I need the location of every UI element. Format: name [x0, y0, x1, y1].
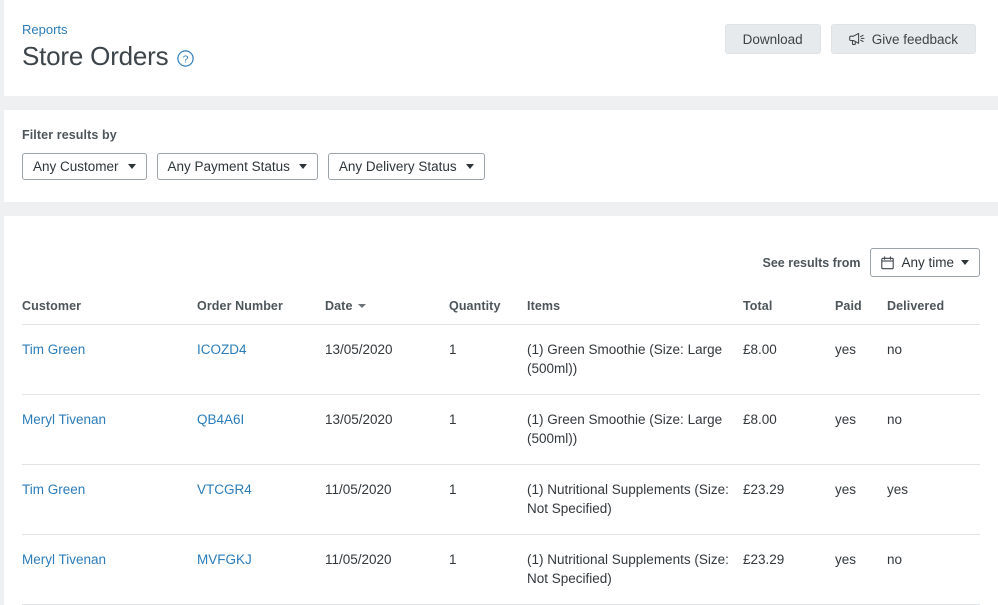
title-row: Store Orders ? [22, 40, 195, 72]
orders-table-body: Tim Green ICOZD4 13/05/2020 1 (1) Green … [22, 324, 980, 605]
column-header-total[interactable]: Total [743, 299, 835, 325]
date-range-filter[interactable]: Any time [870, 248, 980, 277]
cell-quantity: 1 [449, 324, 527, 395]
orders-table: Customer Order Number Date Quantity Item… [22, 299, 980, 605]
cell-total: £23.29 [743, 534, 835, 605]
date-range-filter-label: Any time [901, 255, 954, 270]
order-number-link[interactable]: QB4A6I [197, 412, 244, 427]
page-title: Store Orders [22, 41, 169, 71]
cell-order-number: MVFGKJ [197, 534, 325, 605]
cell-delivered: no [887, 534, 980, 605]
question-circle-icon[interactable]: ? [177, 50, 195, 67]
table-row: Meryl Tivenan QB4A6I 13/05/2020 1 (1) Gr… [22, 394, 980, 465]
filter-any-payment-status[interactable]: Any Payment Status [156, 153, 318, 180]
cell-order-number: VTCGR4 [197, 464, 325, 535]
table-header-row: Customer Order Number Date Quantity Item… [22, 299, 980, 325]
table-row: Tim Green ICOZD4 13/05/2020 1 (1) Green … [22, 324, 980, 395]
cell-customer: Tim Green [22, 464, 197, 535]
filter-results-label: Filter results by [22, 128, 117, 142]
cell-customer: Meryl Tivenan [22, 534, 197, 605]
cell-items: (1) Green Smoothie (Size: Large (500ml)) [527, 324, 743, 395]
cell-total: £8.00 [743, 324, 835, 395]
order-number-link[interactable]: ICOZD4 [197, 342, 247, 357]
order-number-link[interactable]: VTCGR4 [197, 482, 252, 497]
customer-link[interactable]: Meryl Tivenan [22, 552, 106, 567]
filter-any-customer-label: Any Customer [33, 159, 119, 174]
column-header-customer[interactable]: Customer [22, 299, 197, 325]
column-header-paid[interactable]: Paid [835, 299, 887, 325]
cell-quantity: 1 [449, 394, 527, 465]
chevron-down-icon [298, 164, 307, 169]
cell-paid: yes [835, 394, 887, 465]
results-panel: See results from Any time Customer Order… [4, 216, 998, 605]
chevron-down-icon [465, 164, 474, 169]
sort-by-date[interactable]: Date [325, 299, 366, 313]
filter-any-payment-status-label: Any Payment Status [167, 159, 290, 174]
cell-customer: Tim Green [22, 324, 197, 395]
column-header-items[interactable]: Items [527, 299, 743, 325]
cell-delivered: yes [887, 464, 980, 535]
filter-controls: Any Customer Any Payment Status Any Deli… [22, 153, 980, 180]
column-header-delivered[interactable]: Delivered [887, 299, 980, 325]
column-header-quantity[interactable]: Quantity [449, 299, 527, 325]
cell-date: 13/05/2020 [325, 324, 449, 395]
page-header: Reports Store Orders ? Download Give fee… [4, 0, 998, 96]
cell-items: (1) Nutritional Supplements (Size: Not S… [527, 464, 743, 535]
svg-text:?: ? [183, 53, 189, 65]
cell-date: 11/05/2020 [325, 464, 449, 535]
table-row: Tim Green VTCGR4 11/05/2020 1 (1) Nutrit… [22, 464, 980, 535]
give-feedback-label: Give feedback [871, 31, 958, 47]
header-left: Reports Store Orders ? [22, 18, 195, 72]
cell-delivered: no [887, 394, 980, 465]
order-number-link[interactable]: MVFGKJ [197, 552, 252, 567]
cell-date: 13/05/2020 [325, 394, 449, 465]
column-header-date[interactable]: Date [325, 299, 449, 325]
cell-paid: yes [835, 324, 887, 395]
cell-paid: yes [835, 534, 887, 605]
customer-link[interactable]: Tim Green [22, 342, 85, 357]
orders-table-head: Customer Order Number Date Quantity Item… [22, 299, 980, 325]
cell-items: (1) Green Smoothie (Size: Large (500ml)) [527, 394, 743, 465]
table-row: Meryl Tivenan MVFGKJ 11/05/2020 1 (1) Nu… [22, 534, 980, 605]
cell-customer: Meryl Tivenan [22, 394, 197, 465]
cell-order-number: ICOZD4 [197, 324, 325, 395]
filter-any-customer[interactable]: Any Customer [22, 153, 147, 180]
cell-total: £8.00 [743, 394, 835, 465]
cell-delivered: no [887, 324, 980, 395]
column-header-order-number[interactable]: Order Number [197, 299, 325, 325]
cell-paid: yes [835, 464, 887, 535]
customer-link[interactable]: Meryl Tivenan [22, 412, 106, 427]
cell-items: (1) Nutritional Supplements (Size: Not S… [527, 534, 743, 605]
give-feedback-button[interactable]: Give feedback [830, 24, 976, 54]
page-root: Reports Store Orders ? Download Give fee… [0, 0, 998, 605]
breadcrumb-reports[interactable]: Reports [22, 22, 194, 37]
header-actions: Download Give feedback [724, 18, 976, 54]
customer-link[interactable]: Tim Green [22, 482, 85, 497]
filter-any-delivery-status-label: Any Delivery Status [338, 159, 457, 174]
column-header-date-label: Date [325, 299, 353, 313]
filter-any-delivery-status[interactable]: Any Delivery Status [327, 153, 485, 180]
megaphone-icon [848, 32, 865, 46]
chevron-down-icon [961, 260, 969, 265]
results-toolbar: See results from Any time [22, 216, 980, 299]
cell-quantity: 1 [449, 464, 527, 535]
see-results-from-label: See results from [762, 255, 861, 270]
chevron-down-icon [127, 164, 136, 169]
cell-order-number: QB4A6I [197, 394, 325, 465]
cell-quantity: 1 [449, 534, 527, 605]
filter-panel: Filter results by Any Customer Any Payme… [4, 110, 998, 202]
sort-descending-icon [357, 303, 366, 308]
cell-date: 11/05/2020 [325, 534, 449, 605]
download-button[interactable]: Download [724, 24, 821, 54]
calendar-icon [881, 255, 895, 270]
section-divider-1 [4, 96, 998, 110]
cell-total: £23.29 [743, 464, 835, 535]
section-divider-2 [4, 202, 998, 216]
